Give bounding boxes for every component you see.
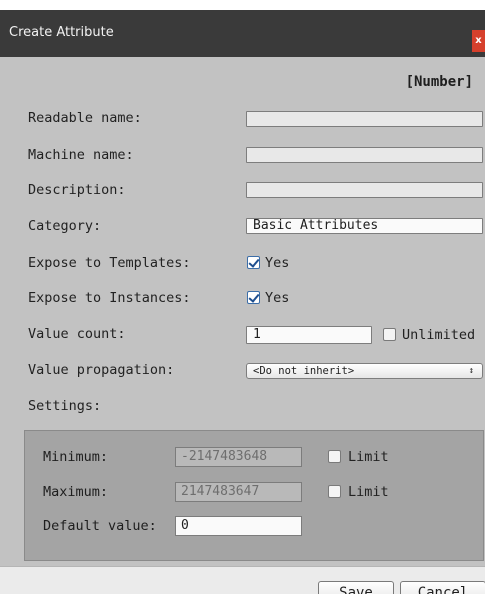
category-input[interactable]: Basic Attributes [246, 218, 483, 234]
minimum-limit-checkbox[interactable] [328, 450, 341, 463]
close-icon[interactable]: x [472, 30, 485, 52]
unlimited-checkbox[interactable] [383, 328, 396, 341]
description-input[interactable] [246, 182, 483, 198]
readable-name-input[interactable] [246, 111, 483, 127]
machine-name-label: Machine name: [28, 147, 134, 163]
value-propagation-label: Value propagation: [28, 362, 175, 378]
expose-templates-yes-label: Yes [265, 255, 290, 271]
attribute-type-tag: [Number] [405, 74, 473, 90]
create-attribute-dialog: Create Attribute x [Number] Readable nam… [0, 10, 485, 594]
readable-name-label: Readable name: [28, 110, 142, 126]
dropdown-arrows-icon: ↕ [468, 366, 474, 376]
maximum-input[interactable]: 2147483647 [175, 482, 302, 502]
expose-instances-checkbox[interactable] [247, 291, 260, 304]
maximum-limit-checkbox[interactable] [328, 485, 341, 498]
expose-instances-label: Expose to Instances: [28, 290, 191, 306]
cancel-button[interactable]: Cancel [400, 581, 485, 594]
expose-instances-yes-label: Yes [265, 290, 290, 306]
value-propagation-selected: <Do not inherit> [253, 365, 355, 377]
default-value-input[interactable]: 0 [175, 516, 302, 536]
expose-templates-checkbox[interactable] [247, 256, 260, 269]
description-label: Description: [28, 182, 126, 198]
value-count-input[interactable]: 1 [246, 326, 372, 344]
dialog-titlebar[interactable]: Create Attribute x [0, 10, 485, 57]
value-count-label: Value count: [28, 326, 126, 342]
unlimited-label: Unlimited [402, 327, 476, 343]
minimum-limit-label: Limit [348, 449, 389, 465]
maximum-limit-label: Limit [348, 484, 389, 500]
default-value-label: Default value: [43, 518, 157, 534]
minimum-input[interactable]: -2147483648 [175, 447, 302, 467]
settings-label: Settings: [28, 398, 102, 414]
dialog-button-bar: Save Cancel [0, 566, 485, 594]
category-label: Category: [28, 218, 102, 234]
save-button[interactable]: Save [318, 581, 394, 594]
value-propagation-select[interactable]: <Do not inherit> ↕ [246, 363, 483, 379]
maximum-label: Maximum: [43, 484, 109, 500]
dialog-title: Create Attribute [9, 25, 114, 40]
expose-templates-label: Expose to Templates: [28, 255, 191, 271]
machine-name-input[interactable] [246, 147, 483, 163]
settings-panel: Minimum: -2147483648 Limit Maximum: 2147… [24, 430, 484, 561]
minimum-label: Minimum: [43, 449, 109, 465]
